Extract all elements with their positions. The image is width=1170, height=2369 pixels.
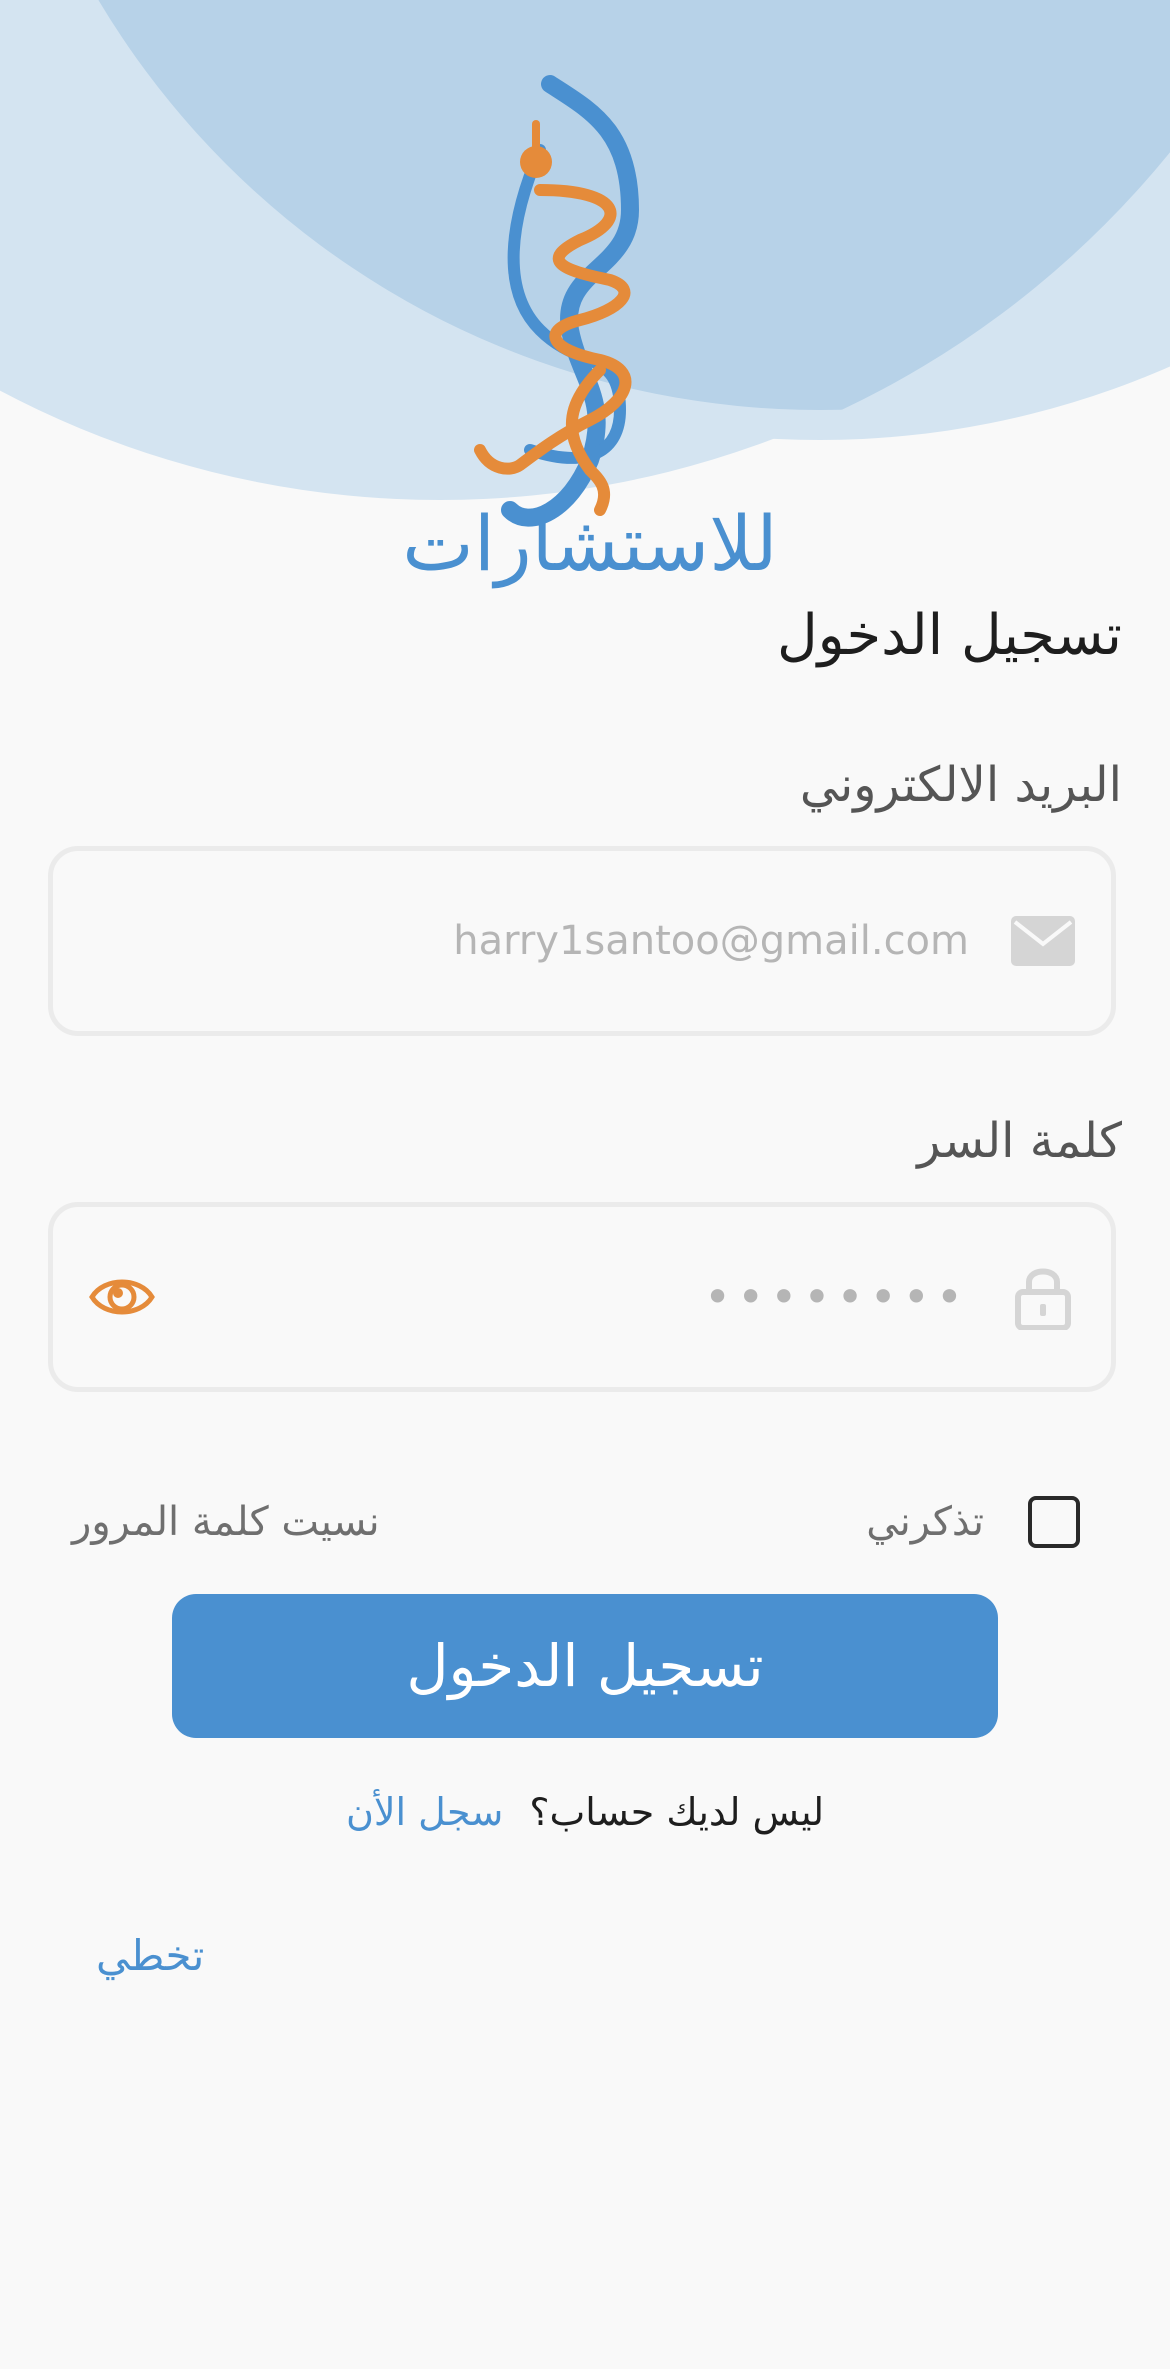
page-title: تسجيل الدخول [776,603,1122,668]
password-input[interactable] [173,1207,971,1387]
forgot-password-link[interactable]: نسيت كلمة المرور [72,1494,380,1550]
password-label: كلمة السر [917,1113,1122,1169]
lock-icon [1015,1268,1071,1330]
email-label: البريد الالكتروني [799,757,1122,813]
logo-wordmark: للاستشارات [402,499,777,589]
email-input[interactable] [93,851,971,1031]
skip-link[interactable]: تخطي [96,1926,204,1986]
remember-me[interactable]: تذكرني [866,1494,1080,1550]
mail-icon [1011,916,1075,966]
login-button[interactable]: تسجيل الدخول [172,1594,998,1738]
email-field[interactable] [48,846,1116,1036]
signup-link[interactable]: سجل الأن [346,1782,503,1842]
eye-icon[interactable] [89,1271,155,1323]
signup-row: ليس لديك حساب؟ سجل الأن [0,1782,1170,1842]
brand-logo: للاستشارات [390,70,790,590]
remember-me-checkbox[interactable] [1028,1496,1080,1548]
remember-me-label: تذكرني [866,1499,984,1545]
signup-prompt: ليس لديك حساب؟ [529,1790,825,1834]
password-field[interactable] [48,1202,1116,1392]
